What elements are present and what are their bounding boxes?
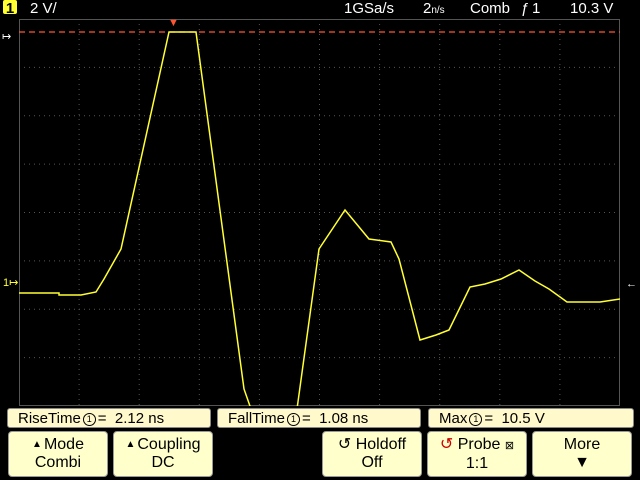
more-softkey[interactable]: More ▼ bbox=[532, 431, 632, 477]
acquisition-mode: Comb bbox=[470, 0, 511, 17]
trigger-edge-icon: ƒ bbox=[521, 0, 530, 17]
trigger-level: 10.3 V bbox=[570, 0, 614, 17]
trigger-level-marker-icon: ↦ bbox=[2, 31, 12, 43]
holdoff-icon: ↺ bbox=[337, 436, 352, 453]
up-arrow-icon: ▲ bbox=[32, 439, 42, 450]
status-bar: 1 2 V/ 1GSa/s 2n/s Comb ƒ 1 10.3 V bbox=[0, 0, 640, 18]
measurement-rise-time: RiseTime 1 = 2.12 ns bbox=[7, 408, 211, 428]
trigger-arrow-icon: ← bbox=[626, 278, 637, 290]
up-arrow-icon: ▲ bbox=[125, 439, 136, 450]
mode-softkey[interactable]: ▲ Mode Combi bbox=[8, 431, 108, 477]
channel-badge-icon: 1 bbox=[3, 0, 17, 17]
measurement-fall-time: FallTime 1 = 1.08 ns bbox=[217, 408, 421, 428]
measurement-max: Max 1 = 10.5 V bbox=[428, 408, 634, 428]
sample-rate: 1GSa/s bbox=[344, 0, 395, 17]
trigger-source: 1 bbox=[532, 0, 541, 17]
coupling-softkey[interactable]: ▲ Coupling DC bbox=[113, 431, 213, 477]
holdoff-softkey[interactable]: ↺ Holdoff Off bbox=[322, 431, 422, 477]
trigger-position-marker-icon: ▼ bbox=[168, 17, 179, 29]
waveform-display[interactable] bbox=[19, 19, 620, 406]
timebase: 2n/s bbox=[423, 0, 445, 17]
graticule bbox=[19, 19, 620, 406]
close-icon: ⊠ bbox=[504, 440, 515, 452]
down-arrow-icon: ▼ bbox=[574, 454, 590, 471]
volts-per-div: 2 V/ bbox=[30, 0, 57, 17]
probe-softkey[interactable]: ↺ Probe ⊠ 1:1 bbox=[427, 431, 527, 477]
ground-marker-icon: 1↦ bbox=[3, 277, 19, 289]
probe-icon: ↺ bbox=[439, 436, 454, 453]
